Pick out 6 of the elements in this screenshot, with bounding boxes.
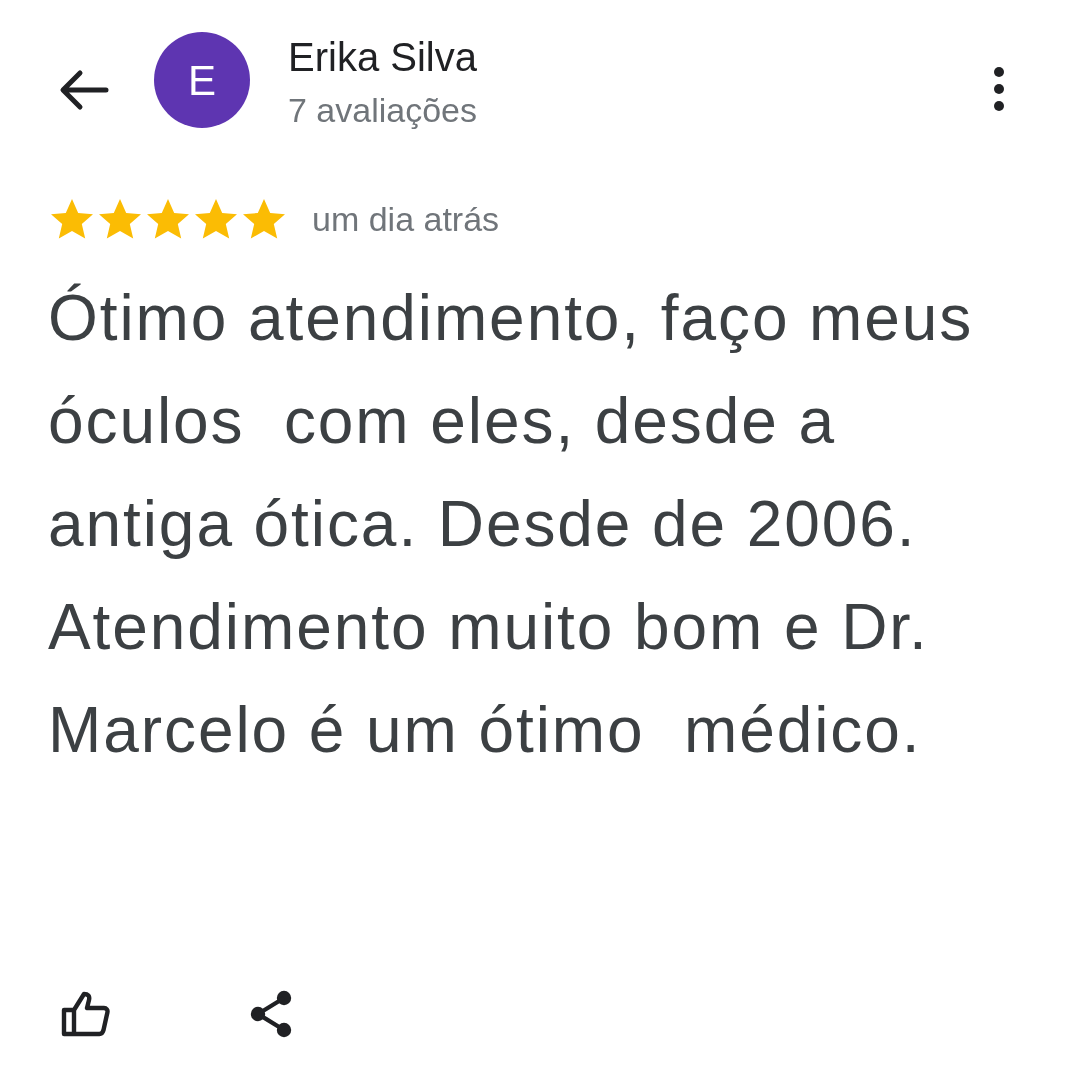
review-time: um dia atrás (312, 199, 500, 240)
review-text: Ótimo atendimento, faço meus óculos com eles, desde a antiga ótica. Desde de 2006. Atendimento muito bom e Dr. Marcelo é um ótimo médico. (48, 281, 975, 768)
more-options-icon (994, 67, 1004, 111)
review-count: 7 avaliações (288, 90, 478, 131)
reviewer-name: Erika Silva (288, 34, 478, 81)
avatar: E (154, 32, 250, 128)
